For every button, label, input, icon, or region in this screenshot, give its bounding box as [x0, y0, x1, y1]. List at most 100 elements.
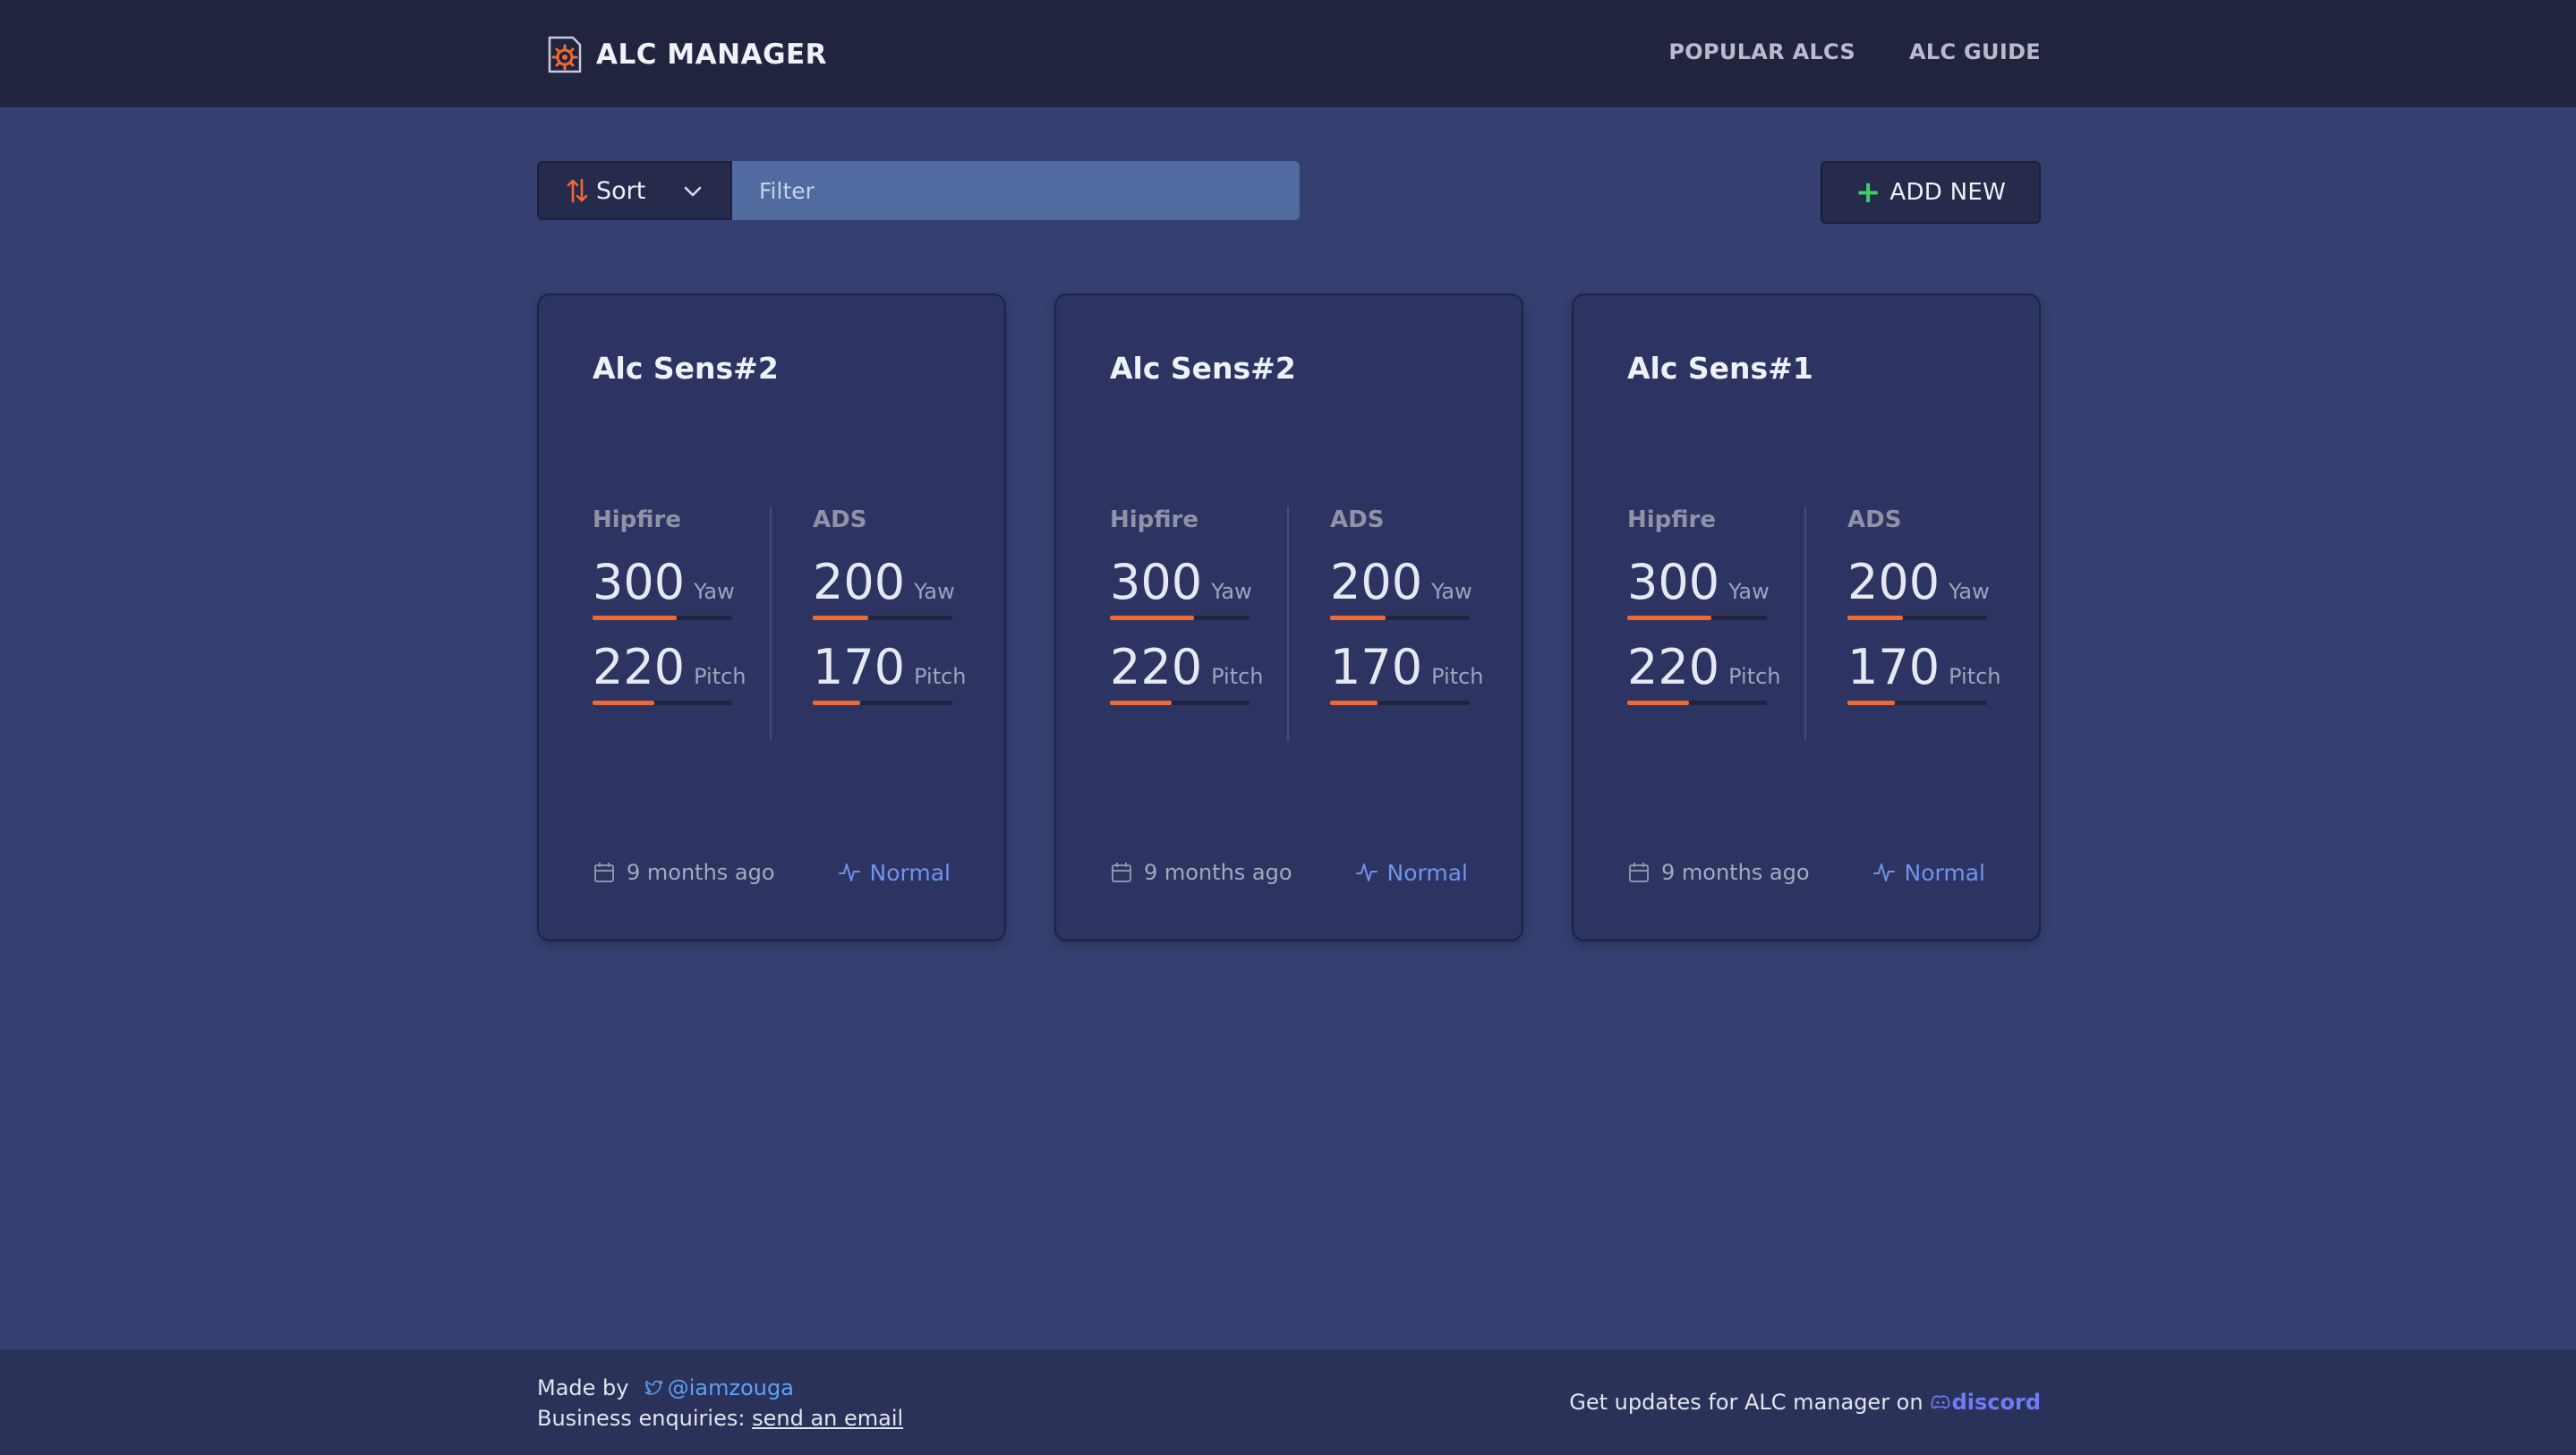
pitch-bar-fill [1627, 701, 1689, 705]
ads-column: ADS 200 Yaw 170 Pitch [1330, 506, 1484, 705]
pitch-bar-fill [1330, 701, 1378, 705]
card-footer: 9 months ago Normal [1110, 857, 1468, 888]
yaw-value: 300 [593, 554, 686, 610]
activity-icon [1355, 864, 1378, 881]
yaw-unit: Yaw [914, 579, 955, 604]
card-date: 9 months ago [593, 860, 775, 885]
hipfire-label: Hipfire [1627, 506, 1717, 533]
card-footer: 9 months ago Normal [593, 857, 951, 888]
ads-label: ADS [813, 506, 867, 533]
yaw-bar [1330, 616, 1470, 620]
hipfire-yaw: 300 Yaw [1627, 554, 1770, 620]
mode-text: Normal [1904, 859, 1985, 886]
yaw-bar-fill [1627, 616, 1711, 620]
alc-card[interactable]: Alc Sens#2 Hipfire 300 Yaw 220 Pitch ADS 2… [537, 294, 1006, 941]
footer-updates: Get updates for ALC manager on discord [1569, 1387, 2041, 1417]
business-text: Business enquiries: [537, 1406, 746, 1431]
ads-column: ADS 200 Yaw 170 Pitch [1847, 506, 2001, 705]
yaw-value: 300 [1627, 554, 1720, 610]
sort-icon [567, 178, 588, 203]
hipfire-column: Hipfire 300 Yaw 220 Pitch [593, 506, 746, 705]
yaw-value: 200 [813, 554, 906, 610]
plus-icon: + [1855, 174, 1881, 210]
ads-pitch: 170 Pitch [813, 642, 967, 705]
ads-yaw: 200 Yaw [813, 554, 955, 620]
footer-credits: Made by @iamzouga Business enquiries: se… [537, 1373, 903, 1434]
nav-popular-alcs[interactable]: POPULAR ALCS [1668, 39, 1855, 64]
add-new-button[interactable]: + ADD NEW [1821, 161, 2041, 224]
column-divider [1287, 506, 1289, 741]
yaw-bar [1110, 616, 1250, 620]
updates-text: Get updates for ALC manager on [1569, 1390, 1923, 1415]
card-mode[interactable]: Normal [838, 860, 951, 886]
pitch-bar [593, 701, 732, 705]
date-text: 9 months ago [1144, 860, 1292, 885]
alc-card[interactable]: Alc Sens#1 Hipfire 300 Yaw 220 Pitch ADS 2… [1572, 294, 2041, 941]
ads-pitch: 170 Pitch [1330, 639, 1484, 705]
ads-pitch: 170 Pitch [1847, 639, 2001, 705]
yaw-bar-fill [813, 616, 869, 620]
twitter-icon [644, 1380, 663, 1395]
pitch-unit: Pitch [914, 664, 967, 689]
pitch-unit: Pitch [1949, 664, 2001, 689]
mode-text: Normal [1386, 859, 1468, 886]
pitch-bar [1847, 701, 1987, 705]
brand[interactable]: ALC MANAGER [546, 32, 827, 77]
pitch-bar-fill [1110, 701, 1172, 705]
ads-yaw: 200 Yaw [1330, 557, 1472, 620]
hipfire-column: Hipfire 300 Yaw 220 Pitch [1627, 506, 1781, 705]
yaw-unit: Yaw [1211, 579, 1252, 604]
column-divider [770, 506, 772, 741]
yaw-bar [1847, 616, 1987, 620]
calendar-icon [1112, 863, 1131, 882]
ads-yaw: 200 Yaw [1847, 557, 1990, 620]
pitch-unit: Pitch [694, 664, 746, 689]
yaw-bar-fill [1330, 616, 1386, 620]
made-by-text: Made by [537, 1375, 629, 1400]
pitch-bar [813, 701, 952, 705]
yaw-bar-fill [1847, 616, 1904, 620]
activity-icon [1872, 864, 1895, 881]
alc-card[interactable]: Alc Sens#2 Hipfire 300 Yaw 220 Pitch ADS 2… [1054, 294, 1523, 941]
yaw-bar [593, 616, 732, 620]
card-date: 9 months ago [1627, 860, 1810, 885]
hipfire-pitch: 220 Pitch [1627, 639, 1781, 705]
card-footer: 9 months ago Normal [1627, 857, 1985, 888]
email-link[interactable]: send an email [752, 1406, 903, 1431]
sort-dropdown[interactable]: Sort [537, 161, 732, 220]
pitch-value: 220 [593, 639, 686, 695]
pitch-value: 170 [1330, 639, 1423, 695]
pitch-unit: Pitch [1211, 664, 1264, 689]
hipfire-pitch: 220 Pitch [593, 639, 746, 705]
discord-link[interactable]: discord [1931, 1387, 2041, 1417]
site-footer: Made by @iamzouga Business enquiries: se… [0, 1349, 2576, 1455]
nav-alc-guide[interactable]: ALC GUIDE [1909, 39, 2041, 64]
twitter-link[interactable]: @iamzouga [643, 1375, 794, 1400]
card-title: Alc Sens#2 [1110, 351, 1296, 386]
card-title: Alc Sens#2 [593, 351, 779, 386]
calendar-icon [594, 863, 614, 882]
hipfire-label: Hipfire [1110, 506, 1199, 533]
chevron-down-icon [684, 186, 702, 197]
sort-label: Sort [596, 176, 646, 205]
yaw-unit: Yaw [1431, 579, 1472, 604]
filter-input[interactable] [732, 161, 1300, 220]
yaw-unit: Yaw [1728, 579, 1770, 604]
yaw-unit: Yaw [694, 579, 735, 604]
yaw-unit: Yaw [1949, 579, 1990, 604]
app-title: ALC MANAGER [596, 38, 828, 71]
hipfire-pitch: 220 Pitch [1110, 642, 1264, 705]
ads-column: ADS 200 Yaw 170 Pitch [813, 506, 967, 705]
yaw-value: 300 [1110, 554, 1203, 610]
card-title: Alc Sens#1 [1627, 351, 1813, 386]
pitch-bar-fill [593, 701, 654, 705]
top-navbar: ALC MANAGER POPULAR ALCS ALC GUIDE [0, 0, 2576, 107]
card-mode[interactable]: Normal [1872, 860, 1985, 886]
discord-label: discord [1951, 1390, 2041, 1415]
pitch-unit: Pitch [1431, 664, 1484, 689]
add-new-label: ADD NEW [1889, 179, 2007, 206]
pitch-value: 170 [1847, 639, 1941, 695]
pitch-bar [1627, 701, 1767, 705]
pitch-value: 220 [1627, 639, 1720, 695]
card-mode[interactable]: Normal [1355, 860, 1468, 886]
